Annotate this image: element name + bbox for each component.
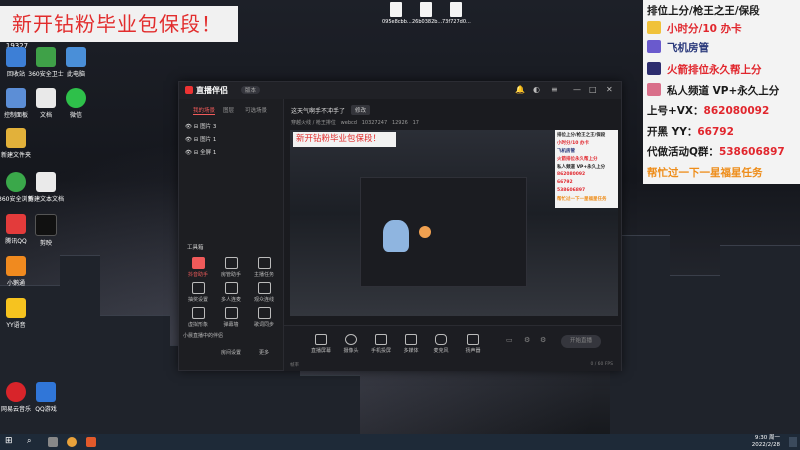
promo-line-5: 私人频道 VP+永久上分	[647, 83, 779, 98]
file-icon[interactable]: 73f727d0...	[442, 2, 471, 25]
scene-item[interactable]: 👁 ⊟ 图片 1	[185, 135, 216, 143]
speaker-button[interactable]: 扬声器	[456, 334, 490, 354]
start-live-button[interactable]: 开始直播	[561, 335, 601, 348]
tool-danmaku-wall[interactable]: 弹幕墙	[216, 307, 246, 328]
gear-icon[interactable]: ⚙	[540, 336, 546, 344]
minimize-icon[interactable]: —	[573, 85, 581, 94]
user-icon[interactable]: ◐	[533, 85, 540, 94]
settings-icon[interactable]: ⚙	[524, 336, 530, 344]
promo-line-4: 火箭排位永久帮上分	[647, 62, 762, 77]
promo-line-7: 开黑 YY：66792	[647, 126, 734, 138]
maximize-icon[interactable]: □	[589, 85, 597, 94]
nested-preview-window	[360, 177, 527, 287]
taskbar: ⊞ ⌕ 9:30 周一 2022/2/28	[0, 434, 800, 450]
stream-preview[interactable]: 新开钻粉毕业包保段！ 排位上分/枪王之王/保段 小时分/10 办卡 飞机房管 火…	[290, 130, 618, 316]
tool-room-settings[interactable]: 房间设置	[216, 349, 246, 356]
file-icon[interactable]: 26b0382b...	[412, 2, 442, 25]
bottom-toolbar: 直播屏幕 摄像头 手机投屏 多媒体 麦克风 扬声器 ▭ ⚙ ⚙ 开始直播 帧率 …	[284, 325, 621, 371]
preview-promo-panel: 排位上分/枪王之王/保段 小时分/10 办卡 飞机房管 火箭排位永久帮上分 私人…	[555, 130, 618, 208]
tool-lottery[interactable]: 抽奖设置	[183, 282, 213, 303]
media-button[interactable]: 多媒体	[394, 334, 428, 354]
tool-more[interactable]: 更多	[249, 349, 279, 356]
desktop-icon-wechat[interactable]: 微信	[58, 88, 94, 119]
main-panel: 这天气啊手不冲手了 修改 穿越火线 / 枪王排位 webcd 10327247 …	[284, 99, 621, 371]
camera-button[interactable]: 摄像头	[334, 334, 368, 354]
desktop-icon-app[interactable]: 小鹅通	[0, 256, 34, 287]
search-icon[interactable]: ⌕	[27, 436, 31, 446]
scene-sidebar: 我的场景 图层 可选场景 👁 ⊟ 图片 3 👁 ⊟ 图片 1 👁 ⊟ 全屏 1 …	[179, 99, 284, 370]
avatar-character	[383, 220, 409, 252]
stream-title: 这天气啊手不冲手了	[291, 108, 346, 115]
desktop-icon-this-pc[interactable]: 此电脑	[58, 47, 94, 78]
desktop-icon-control-panel[interactable]: 控制面板	[0, 88, 34, 119]
system-clock[interactable]: 9:30 周一 2022/2/28	[752, 435, 780, 449]
microphone-button[interactable]: 麦克风	[424, 334, 458, 354]
tool-room-admin[interactable]: 房管助手	[216, 257, 246, 278]
windows-start-icon[interactable]: ⊞	[5, 436, 13, 446]
file-icon[interactable]: 095e8cbb...	[382, 2, 412, 25]
live-companion-icon[interactable]	[86, 437, 96, 447]
chrome-icon[interactable]	[67, 437, 77, 447]
app-logo: 直播伴侣	[185, 85, 228, 96]
scene-item[interactable]: 👁 ⊟ 图片 3	[185, 122, 216, 130]
preview-banner: 新开钻粉毕业包保段！	[293, 132, 396, 147]
task-view-icon[interactable]	[48, 437, 58, 447]
edit-title-button[interactable]: 修改	[351, 105, 371, 115]
version-badge[interactable]: 版本	[241, 86, 261, 94]
toolbox-title: 工具箱	[187, 245, 204, 251]
screen-capture-button[interactable]: 直播屏幕	[304, 334, 338, 354]
promo-line-1: 排位上分/枪王之王/保段	[647, 5, 760, 17]
promo-line-6: 上号+VX：862080092	[647, 105, 770, 117]
promo-banner: 新开钻粉毕业包保段！	[0, 6, 238, 42]
tool-audience-link[interactable]: 观众连线	[249, 282, 279, 303]
live-companion-window[interactable]: 直播伴侣 版本 🔔 ◐ ≡ — □ ✕ 我的场景 图层 可选场景 👁 ⊟ 图片 …	[178, 81, 622, 371]
desktop-icon-text-doc[interactable]: 新建文本文档	[28, 172, 64, 203]
promo-line-9: 帮忙过一下一星福星任务	[647, 167, 763, 179]
tool-companion-status[interactable]: 小晨直播中的伴侣	[183, 332, 253, 339]
desktop-icon-yy[interactable]: YY语音	[0, 298, 34, 329]
tab-optional-scenes[interactable]: 可选场景	[245, 106, 267, 114]
menu-icon[interactable]: ≡	[551, 85, 558, 94]
tab-layers[interactable]: 图层	[223, 106, 234, 114]
desktop-icon-folder[interactable]: 新建文件夹	[0, 128, 34, 159]
promo-line-2: 小时分/10 办卡	[647, 21, 742, 36]
desktop-icon-qq-game[interactable]: QQ游戏	[28, 382, 64, 413]
tool-host-task[interactable]: 主播任务	[249, 257, 279, 278]
close-icon[interactable]: ✕	[606, 85, 613, 94]
tool-lyrics[interactable]: 歌词同步	[249, 307, 279, 328]
tool-multi-mic[interactable]: 多人连麦	[216, 282, 246, 303]
tool-douyin-helper[interactable]: 抖音助手	[183, 257, 213, 278]
record-icon[interactable]: ▭	[506, 336, 513, 344]
tool-avatar[interactable]: 虚拟形象	[183, 307, 213, 328]
bell-icon[interactable]: 🔔	[515, 85, 525, 94]
promo-panel: 排位上分/枪王之王/保段 小时分/10 办卡 飞机房管 火箭排位永久帮上分 私人…	[643, 0, 800, 184]
title-bar[interactable]: 直播伴侣 版本 🔔 ◐ ≡ — □ ✕	[179, 82, 621, 99]
stream-info: 穿越火线 / 枪王排位 webcd 10327247 12926 17	[291, 120, 419, 126]
phone-mirror-button[interactable]: 手机投屏	[364, 334, 398, 354]
show-desktop-button[interactable]	[789, 437, 797, 447]
scene-item[interactable]: 👁 ⊟ 全屏 1	[185, 148, 216, 156]
promo-line-3: 飞机房管	[647, 40, 709, 55]
pet-icon	[419, 226, 431, 238]
desktop-icon-capcut[interactable]: 剪映	[28, 214, 64, 247]
promo-line-8: 代做活动Q群：538606897	[647, 146, 785, 158]
tab-my-scenes[interactable]: 我的场景	[193, 106, 216, 115]
